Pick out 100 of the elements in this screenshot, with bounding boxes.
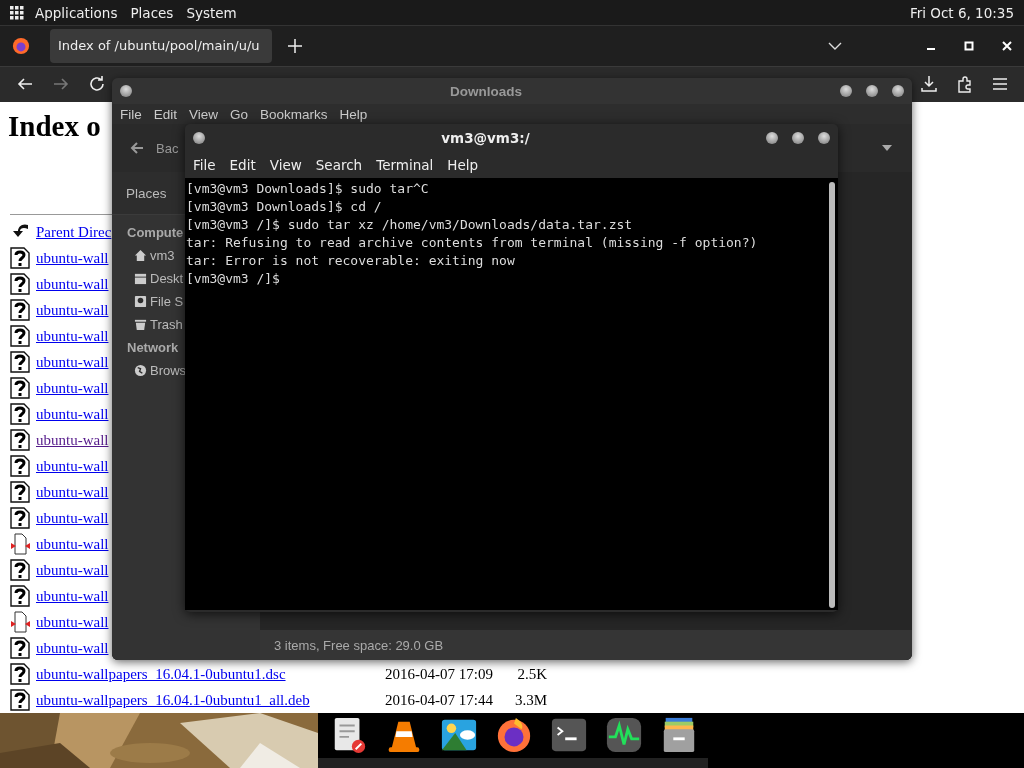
top-menu-item[interactable]: Applications [35,4,118,21]
terminal-icon[interactable] [550,716,588,754]
puzzle-icon[interactable] [956,75,974,94]
file-link[interactable]: ubuntu-wall [36,432,109,448]
file-link[interactable]: ubuntu-wall [36,458,109,474]
file-link[interactable]: ubuntu-wall [36,484,109,500]
new-tab-icon[interactable] [288,38,302,53]
binary-file-icon [10,611,30,633]
file-link[interactable]: Parent Direc [36,224,112,240]
file-size: 2.5K [516,665,547,683]
page-heading: Index o [8,110,101,144]
unknown-file-icon [10,585,30,607]
modified-date: 2016-04-07 17:09 [385,665,494,684]
close-icon[interactable] [892,85,904,97]
sidebar-item[interactable]: Deskt [150,271,184,286]
file-link[interactable]: ubuntu-wallpapers_16.04.1-0ubuntu1.dsc [36,666,286,682]
unknown-file-icon [10,403,30,425]
menu-item[interactable]: File [120,106,142,122]
trash-icon [134,318,147,331]
back-button[interactable]: Bac [126,136,183,160]
menu-item[interactable]: View [269,157,302,173]
unknown-file-icon [10,481,30,503]
menu-item[interactable]: Edit [153,106,178,122]
unknown-file-icon [10,429,30,451]
terminal-line: tar: Refusing to read archive contents from terminal (missing -f option?) [186,234,759,252]
sidebar-item[interactable]: Trash [150,317,183,332]
window-menu-icon[interactable] [193,132,205,144]
reload-button[interactable] [88,75,106,94]
terminal-line: tar: Error is not recoverable: exiting now [186,252,516,270]
menu-item[interactable]: Terminal [376,157,434,173]
unknown-file-icon [10,351,30,373]
sidebar-item[interactable]: Brows [150,363,187,378]
home-icon [134,249,147,262]
sidebar-heading: Network [127,339,179,357]
file-size: 3.3M [513,691,547,709]
file-link[interactable]: ubuntu-wall [36,562,109,578]
download-icon[interactable] [920,75,938,94]
terminal-line: [vm3@vm3 /]$ [186,270,281,288]
minimize-icon[interactable] [766,132,778,144]
minimize-icon[interactable] [840,85,852,97]
system-monitor-icon[interactable] [605,716,643,754]
file-link[interactable]: ubuntu-wall [36,536,109,552]
maximize-icon[interactable] [792,132,804,144]
unknown-file-icon [10,247,30,269]
file-link[interactable]: ubuntu-wall [36,250,109,266]
menu-item[interactable]: Search [315,157,363,173]
status-bar: 3 items, Free space: 29.0 GB [260,630,912,660]
maximize-icon[interactable] [964,40,974,51]
top-menu-item[interactable]: System [186,4,237,21]
maximize-icon[interactable] [866,85,878,97]
window-title: vm3@vm3:/ [440,130,531,146]
places-dropdown[interactable]: Places [126,185,167,201]
menu-item[interactable]: Help [447,157,479,173]
file-link[interactable]: ubuntu-wallpapers_16.04.1-0ubuntu1_all.deb [36,692,310,708]
modified-date: 2016-04-07 17:44 [385,691,494,710]
desktop-icon [134,272,147,285]
file-link[interactable]: ubuntu-wall [36,588,109,604]
menu-item[interactable]: Help [339,106,368,122]
sidebar-item[interactable]: vm3 [150,248,175,263]
menu-item[interactable]: View [189,106,219,122]
apps-grid-icon[interactable] [10,5,24,20]
terminal-line: [vm3@vm3 Downloads]$ sudo tar^C [186,180,430,198]
file-link[interactable]: ubuntu-wall [36,380,109,396]
binary-file-icon [10,533,30,555]
chevron-down-icon[interactable] [828,41,842,50]
file-link[interactable]: ubuntu-wall [36,640,109,656]
unknown-file-icon [10,377,30,399]
browser-tab[interactable]: Index of /ubuntu/pool/main/u/u [50,28,272,63]
close-icon[interactable] [818,132,830,144]
file-link[interactable]: ubuntu-wall [36,328,109,344]
menu-item[interactable]: File [193,157,216,173]
unknown-file-icon [10,299,30,321]
unknown-file-icon [10,663,30,685]
menu-icon[interactable] [992,77,1008,92]
file-link[interactable]: ubuntu-wall [36,510,109,526]
unknown-file-icon [10,637,30,659]
unknown-file-icon [10,273,30,295]
terminal-line: [vm3@vm3 /]$ sudo tar xz /home/vm3/Downloads/data.tar.zst [186,216,634,234]
file-link[interactable]: ubuntu-wall [36,354,109,370]
scrollbar[interactable] [829,182,835,608]
unknown-file-icon [10,455,30,477]
window-menu-icon[interactable] [120,85,132,97]
menu-item[interactable]: Bookmarks [260,106,328,122]
window-title: Downloads [449,83,523,99]
file-link[interactable]: ubuntu-wall [36,614,109,630]
unknown-file-icon [10,559,30,581]
terminal-line: [vm3@vm3 Downloads]$ cd / [186,198,383,216]
clock[interactable]: Fri Oct 6, 10:35 [909,4,1014,21]
file-link[interactable]: ubuntu-wall [36,276,109,292]
sidebar-item[interactable]: File S [150,294,184,309]
caret-icon[interactable] [882,145,892,151]
file-link[interactable]: ubuntu-wall [36,302,109,318]
file-link[interactable]: ubuntu-wall [36,406,109,422]
sidebar-heading: Compute [127,224,184,242]
unknown-file-icon [10,507,30,529]
top-menu-item[interactable]: Places [130,4,174,21]
unknown-file-icon [10,325,30,347]
menu-item[interactable]: Go [230,106,249,122]
menu-item[interactable]: Edit [229,157,256,173]
close-icon[interactable] [1002,40,1012,51]
